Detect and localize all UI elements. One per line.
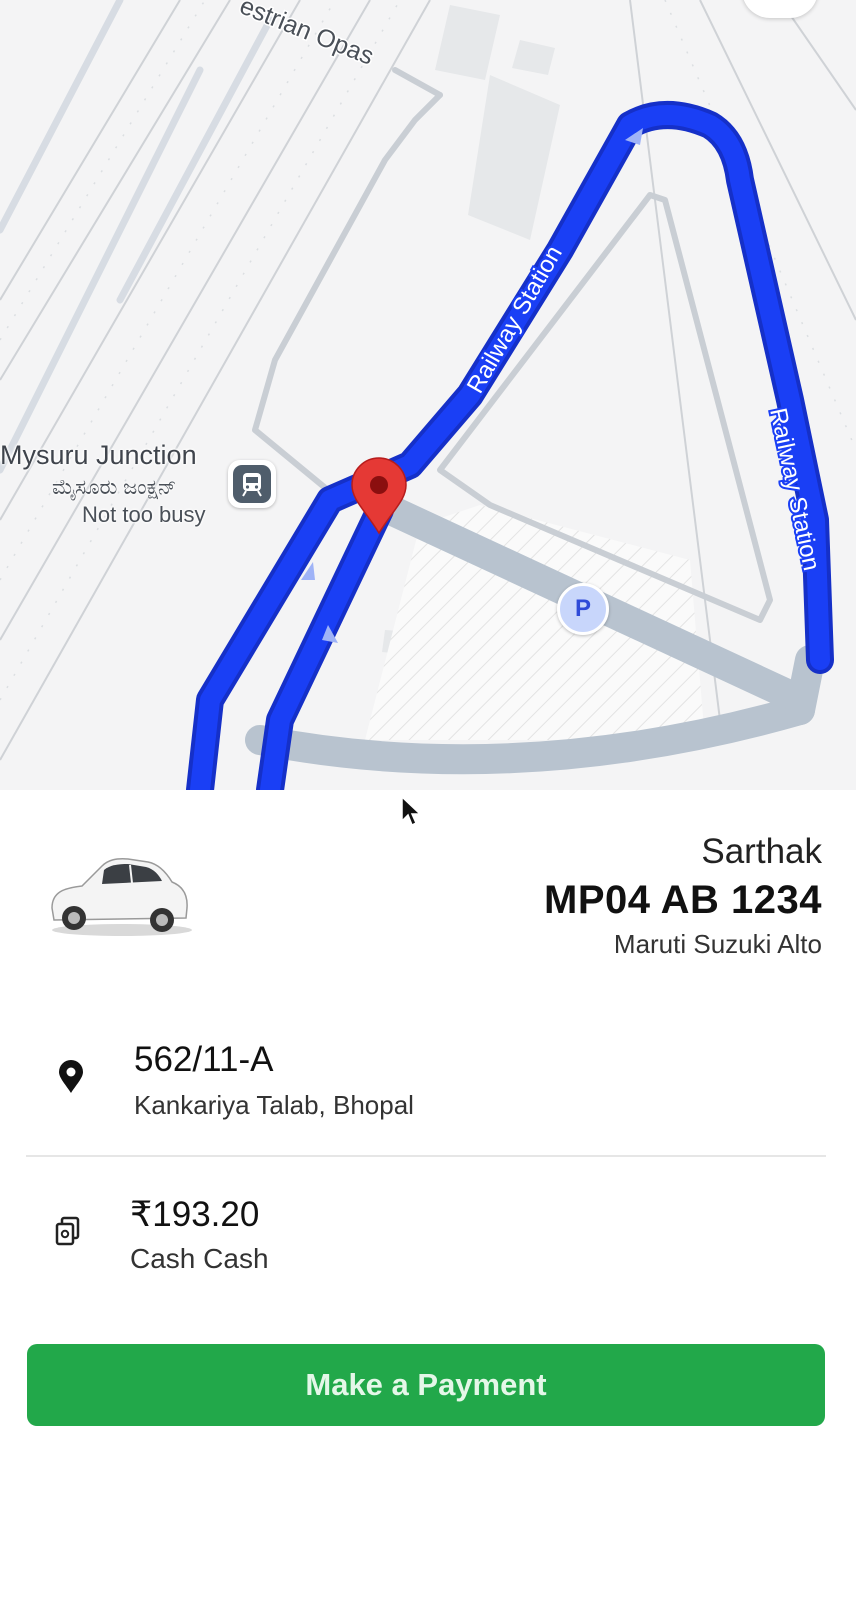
destination-address: 562/11-A [134, 1040, 274, 1079]
location-pin-icon [59, 1060, 83, 1093]
driver-info: Sarthak MP04 AB 1234 Maruti Suzuki Alto [544, 830, 822, 962]
fare-amount: ₹193.20 [130, 1195, 260, 1234]
cash-icon [55, 1216, 80, 1246]
divider [26, 1155, 826, 1157]
street-label-pedestrian: estrian Opas [236, 0, 378, 71]
parking-icon[interactable]: P [557, 583, 609, 635]
station-name[interactable]: Mysuru Junction [0, 440, 197, 471]
driver-name: Sarthak [701, 832, 822, 871]
payment-method: Cash Cash [130, 1243, 269, 1274]
car-icon [51, 858, 192, 936]
car-model: Maruti Suzuki Alto [613, 929, 822, 959]
platform-lines [0, 0, 274, 474]
vehicle-plate: MP04 AB 1234 [544, 878, 822, 922]
map-view[interactable]: estrian Opas Railway Station Railway Sta… [0, 0, 856, 790]
station-local-name: ಮೈಸೂರು ಜಂಕ್ಷನ್ [52, 476, 177, 499]
make-payment-button[interactable]: Make a Payment [27, 1344, 825, 1426]
mouse-cursor-icon [401, 795, 422, 827]
ride-details-sheet: Sarthak MP04 AB 1234 Maruti Suzuki Alto … [0, 790, 856, 1600]
train-station-icon[interactable] [228, 460, 276, 508]
map-canvas[interactable]: estrian Opas Railway Station Railway Sta… [0, 0, 856, 790]
destination-area: Kankariya Talab, Bhopal [134, 1090, 414, 1120]
station-busyness: Not too busy [82, 502, 206, 527]
